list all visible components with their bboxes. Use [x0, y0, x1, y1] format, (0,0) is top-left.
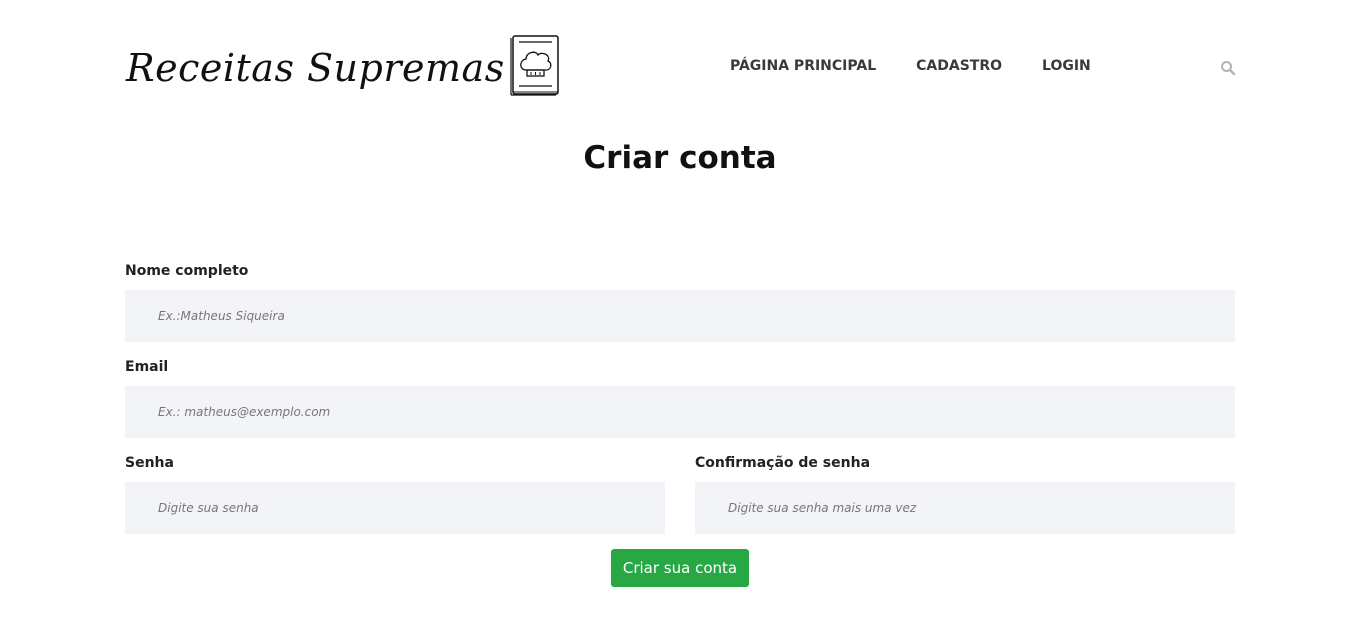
password-input[interactable]	[125, 482, 665, 534]
email-input[interactable]	[125, 386, 1235, 438]
password-confirm-label: Confirmação de senha	[695, 455, 871, 471]
nav-login[interactable]: LOGIN	[1042, 58, 1091, 74]
name-label: Nome completo	[125, 263, 249, 279]
nav-register[interactable]: CADASTRO	[916, 58, 1002, 74]
nav-home[interactable]: PÁGINA PRINCIPAL	[730, 58, 876, 74]
password-label: Senha	[125, 455, 174, 471]
create-account-button[interactable]: Criar sua conta	[611, 549, 749, 587]
full-name-input[interactable]	[125, 290, 1235, 342]
site-header: Receitas Supremas PÁGINA PRINCIPAL CADAS…	[0, 0, 1360, 120]
page-title: Criar conta	[583, 140, 777, 176]
search-icon[interactable]	[1220, 60, 1236, 76]
main-nav: PÁGINA PRINCIPAL CADASTRO LOGIN	[730, 58, 1091, 74]
site-logo[interactable]: Receitas Supremas	[126, 34, 561, 98]
email-label: Email	[125, 359, 169, 375]
page: Receitas Supremas PÁGINA PRINCIPAL CADAS…	[0, 0, 1360, 619]
logo-text: Receitas Supremas	[126, 46, 505, 90]
chef-hat-book-icon	[510, 35, 559, 96]
password-confirm-input[interactable]	[695, 482, 1235, 534]
